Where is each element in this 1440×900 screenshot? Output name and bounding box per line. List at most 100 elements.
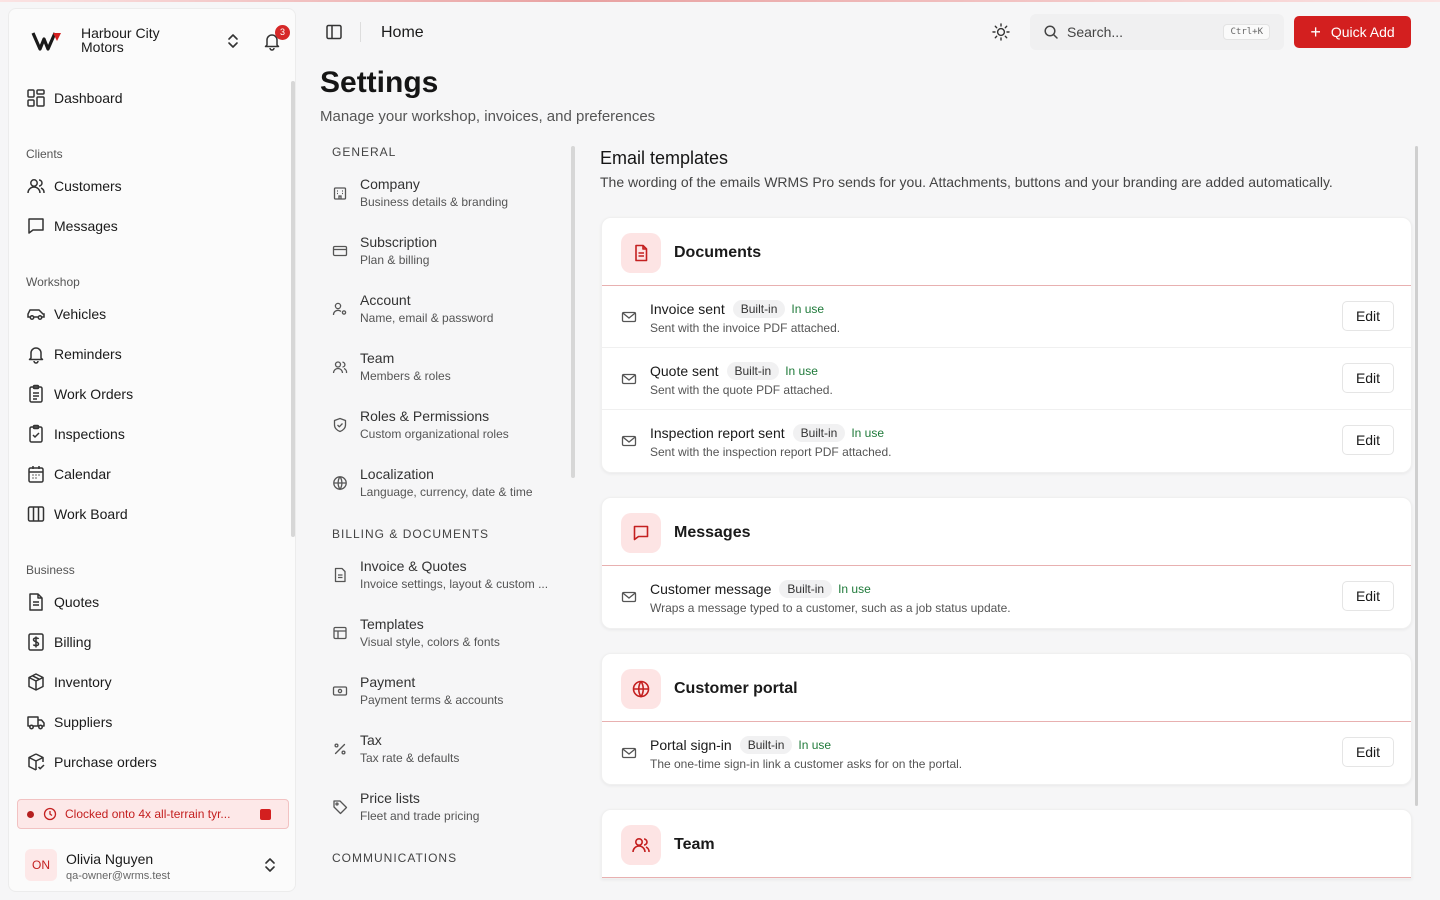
edit-button[interactable]: Edit bbox=[1342, 737, 1394, 767]
quick-add-button[interactable]: + Quick Add bbox=[1294, 16, 1411, 48]
settings-item-title: Localization bbox=[360, 466, 434, 482]
settings-item-invoice-quotes[interactable]: Invoice & Quotes Invoice settings, layou… bbox=[326, 558, 562, 606]
sidebar-section-workshop: Workshop bbox=[26, 275, 80, 289]
sidebar-scrollbar[interactable] bbox=[291, 81, 295, 537]
sidebar-item-label: Vehicles bbox=[54, 306, 107, 322]
sidebar-item-calendar[interactable]: Calendar bbox=[23, 460, 283, 488]
template-name: Inspection report sent bbox=[650, 425, 785, 441]
settings-item-title: Templates bbox=[360, 616, 424, 632]
settings-item-payment[interactable]: Payment Payment terms & accounts bbox=[326, 674, 562, 722]
edit-button[interactable]: Edit bbox=[1342, 581, 1394, 611]
edit-button[interactable]: Edit bbox=[1342, 425, 1394, 455]
car-icon bbox=[27, 309, 45, 320]
search-input[interactable]: Search... Ctrl+K bbox=[1030, 14, 1284, 50]
calendar-icon bbox=[28, 466, 44, 483]
sidebar-item-quotes[interactable]: Quotes bbox=[23, 588, 283, 616]
sidebar-item-label: Suppliers bbox=[54, 714, 113, 730]
breadcrumb[interactable]: Home bbox=[381, 24, 424, 42]
sidebar-item-messages[interactable]: Messages bbox=[23, 212, 283, 240]
plus-icon: + bbox=[1310, 22, 1321, 42]
search-icon bbox=[1044, 25, 1058, 39]
card-title: Messages bbox=[674, 524, 751, 541]
sidebar-item-label: Work Board bbox=[54, 506, 128, 522]
card-icon-box bbox=[621, 513, 661, 553]
sidebar-item-vehicles[interactable]: Vehicles bbox=[23, 300, 283, 328]
percent-icon bbox=[334, 743, 346, 755]
page-title: Settings bbox=[320, 66, 439, 99]
sidebar-item-work-board[interactable]: Work Board bbox=[23, 500, 283, 528]
message-square-icon bbox=[633, 525, 649, 541]
content-scrollbar[interactable] bbox=[1415, 146, 1418, 806]
settings-item-localization[interactable]: Localization Language, currency, date & … bbox=[326, 466, 562, 514]
clipboard-check-icon bbox=[29, 424, 43, 443]
sidebar-item-inventory[interactable]: Inventory bbox=[23, 668, 283, 696]
settings-section-billing: BILLING & DOCUMENTS bbox=[332, 527, 490, 541]
sidebar-item-billing[interactable]: Billing bbox=[23, 628, 283, 656]
settings-item-subtitle: Tax rate & defaults bbox=[360, 751, 460, 765]
message-square-icon bbox=[28, 218, 44, 234]
sun-icon[interactable] bbox=[990, 21, 1012, 43]
mail-icon bbox=[621, 591, 637, 603]
sidebar-item-label: Purchase orders bbox=[54, 754, 157, 770]
settings-item-account[interactable]: Account Name, email & password bbox=[326, 292, 562, 340]
sidebar-item-work-orders[interactable]: Work Orders bbox=[23, 380, 283, 408]
settings-item-subscription[interactable]: Subscription Plan & billing bbox=[326, 234, 562, 282]
clocked-on-text: Clocked onto 4x all-terrain tyr... bbox=[65, 807, 231, 821]
template-description: Sent with the quote PDF attached. bbox=[650, 383, 833, 397]
org-switcher[interactable]: Harbour City Motors 3 bbox=[9, 9, 295, 73]
sidebar-item-dashboard[interactable]: Dashboard bbox=[23, 84, 283, 112]
email-templates-subtitle: The wording of the emails WRMS Pro sends… bbox=[600, 174, 1333, 190]
in-use-status: In use bbox=[851, 426, 885, 440]
sidebar-toggle-icon[interactable] bbox=[324, 22, 344, 42]
in-use-status: In use bbox=[838, 582, 871, 596]
settings-item-price-lists[interactable]: Price lists Fleet and trade pricing bbox=[326, 790, 562, 838]
chevron-up-down-icon[interactable] bbox=[223, 31, 243, 51]
live-dot bbox=[27, 810, 34, 818]
settings-item-subtitle: Plan & billing bbox=[360, 253, 430, 267]
card-title: Customer portal bbox=[674, 680, 798, 697]
user-menu[interactable]: ON Olivia Nguyen qa-owner@wrms.test bbox=[9, 839, 295, 891]
edit-button[interactable]: Edit bbox=[1342, 363, 1394, 393]
documents-card: Documents Invoice sent Built-in In use S… bbox=[601, 217, 1412, 473]
sidebar-item-suppliers[interactable]: Suppliers bbox=[23, 708, 283, 736]
sidebar: Harbour City Motors 3 Dashboard Clients … bbox=[8, 8, 296, 892]
settings-item-company[interactable]: Company Business details & branding bbox=[326, 176, 562, 224]
builtin-badge: Built-in bbox=[779, 580, 833, 598]
sidebar-item-customers[interactable]: Customers bbox=[23, 172, 283, 200]
settings-item-team[interactable]: Team Members & roles bbox=[326, 350, 562, 398]
template-name: Customer message bbox=[650, 581, 772, 597]
settings-item-templates[interactable]: Templates Visual style, colors & fonts bbox=[326, 616, 562, 664]
email-templates-title: Email templates bbox=[600, 148, 729, 168]
dollar-receipt-icon bbox=[28, 633, 44, 651]
file-text-icon bbox=[29, 593, 43, 611]
template-description: Wraps a message typed to a customer, suc… bbox=[650, 601, 1011, 615]
template-name: Quote sent bbox=[650, 363, 719, 379]
stop-icon[interactable] bbox=[260, 808, 271, 820]
settings-item-tax[interactable]: Tax Tax rate & defaults bbox=[326, 732, 562, 780]
users-icon bbox=[632, 837, 650, 853]
search-shortcut: Ctrl+K bbox=[1223, 24, 1270, 40]
edit-button[interactable]: Edit bbox=[1342, 301, 1394, 331]
settings-item-subtitle: Name, email & password bbox=[360, 311, 494, 325]
package-icon bbox=[28, 673, 44, 691]
sidebar-item-inspections[interactable]: Inspections bbox=[23, 420, 283, 448]
clock-icon bbox=[43, 807, 57, 821]
file-text-icon bbox=[635, 244, 648, 262]
clipboard-list-icon bbox=[29, 384, 43, 403]
clocked-on-banner[interactable]: Clocked onto 4x all-terrain tyr... bbox=[17, 799, 289, 829]
card-header: Documents bbox=[602, 218, 1411, 286]
sidebar-item-reminders[interactable]: Reminders bbox=[23, 340, 283, 368]
settings-item-roles[interactable]: Roles & Permissions Custom organizationa… bbox=[326, 408, 562, 456]
mail-icon bbox=[621, 373, 637, 385]
settings-item-title: Tax bbox=[360, 732, 382, 748]
credit-card-icon bbox=[332, 245, 348, 257]
sidebar-item-purchase-orders[interactable]: Purchase orders bbox=[23, 748, 283, 776]
sidebar-item-label: Customers bbox=[54, 178, 122, 194]
settings-item-subtitle: Business details & branding bbox=[360, 195, 509, 209]
card-icon-box bbox=[621, 233, 661, 273]
settings-nav-scrollbar[interactable] bbox=[571, 146, 575, 478]
page-subtitle: Manage your workshop, invoices, and pref… bbox=[320, 108, 656, 125]
settings-section-general: GENERAL bbox=[332, 145, 397, 159]
banknote-icon bbox=[332, 686, 348, 696]
org-logo-icon bbox=[31, 32, 61, 51]
